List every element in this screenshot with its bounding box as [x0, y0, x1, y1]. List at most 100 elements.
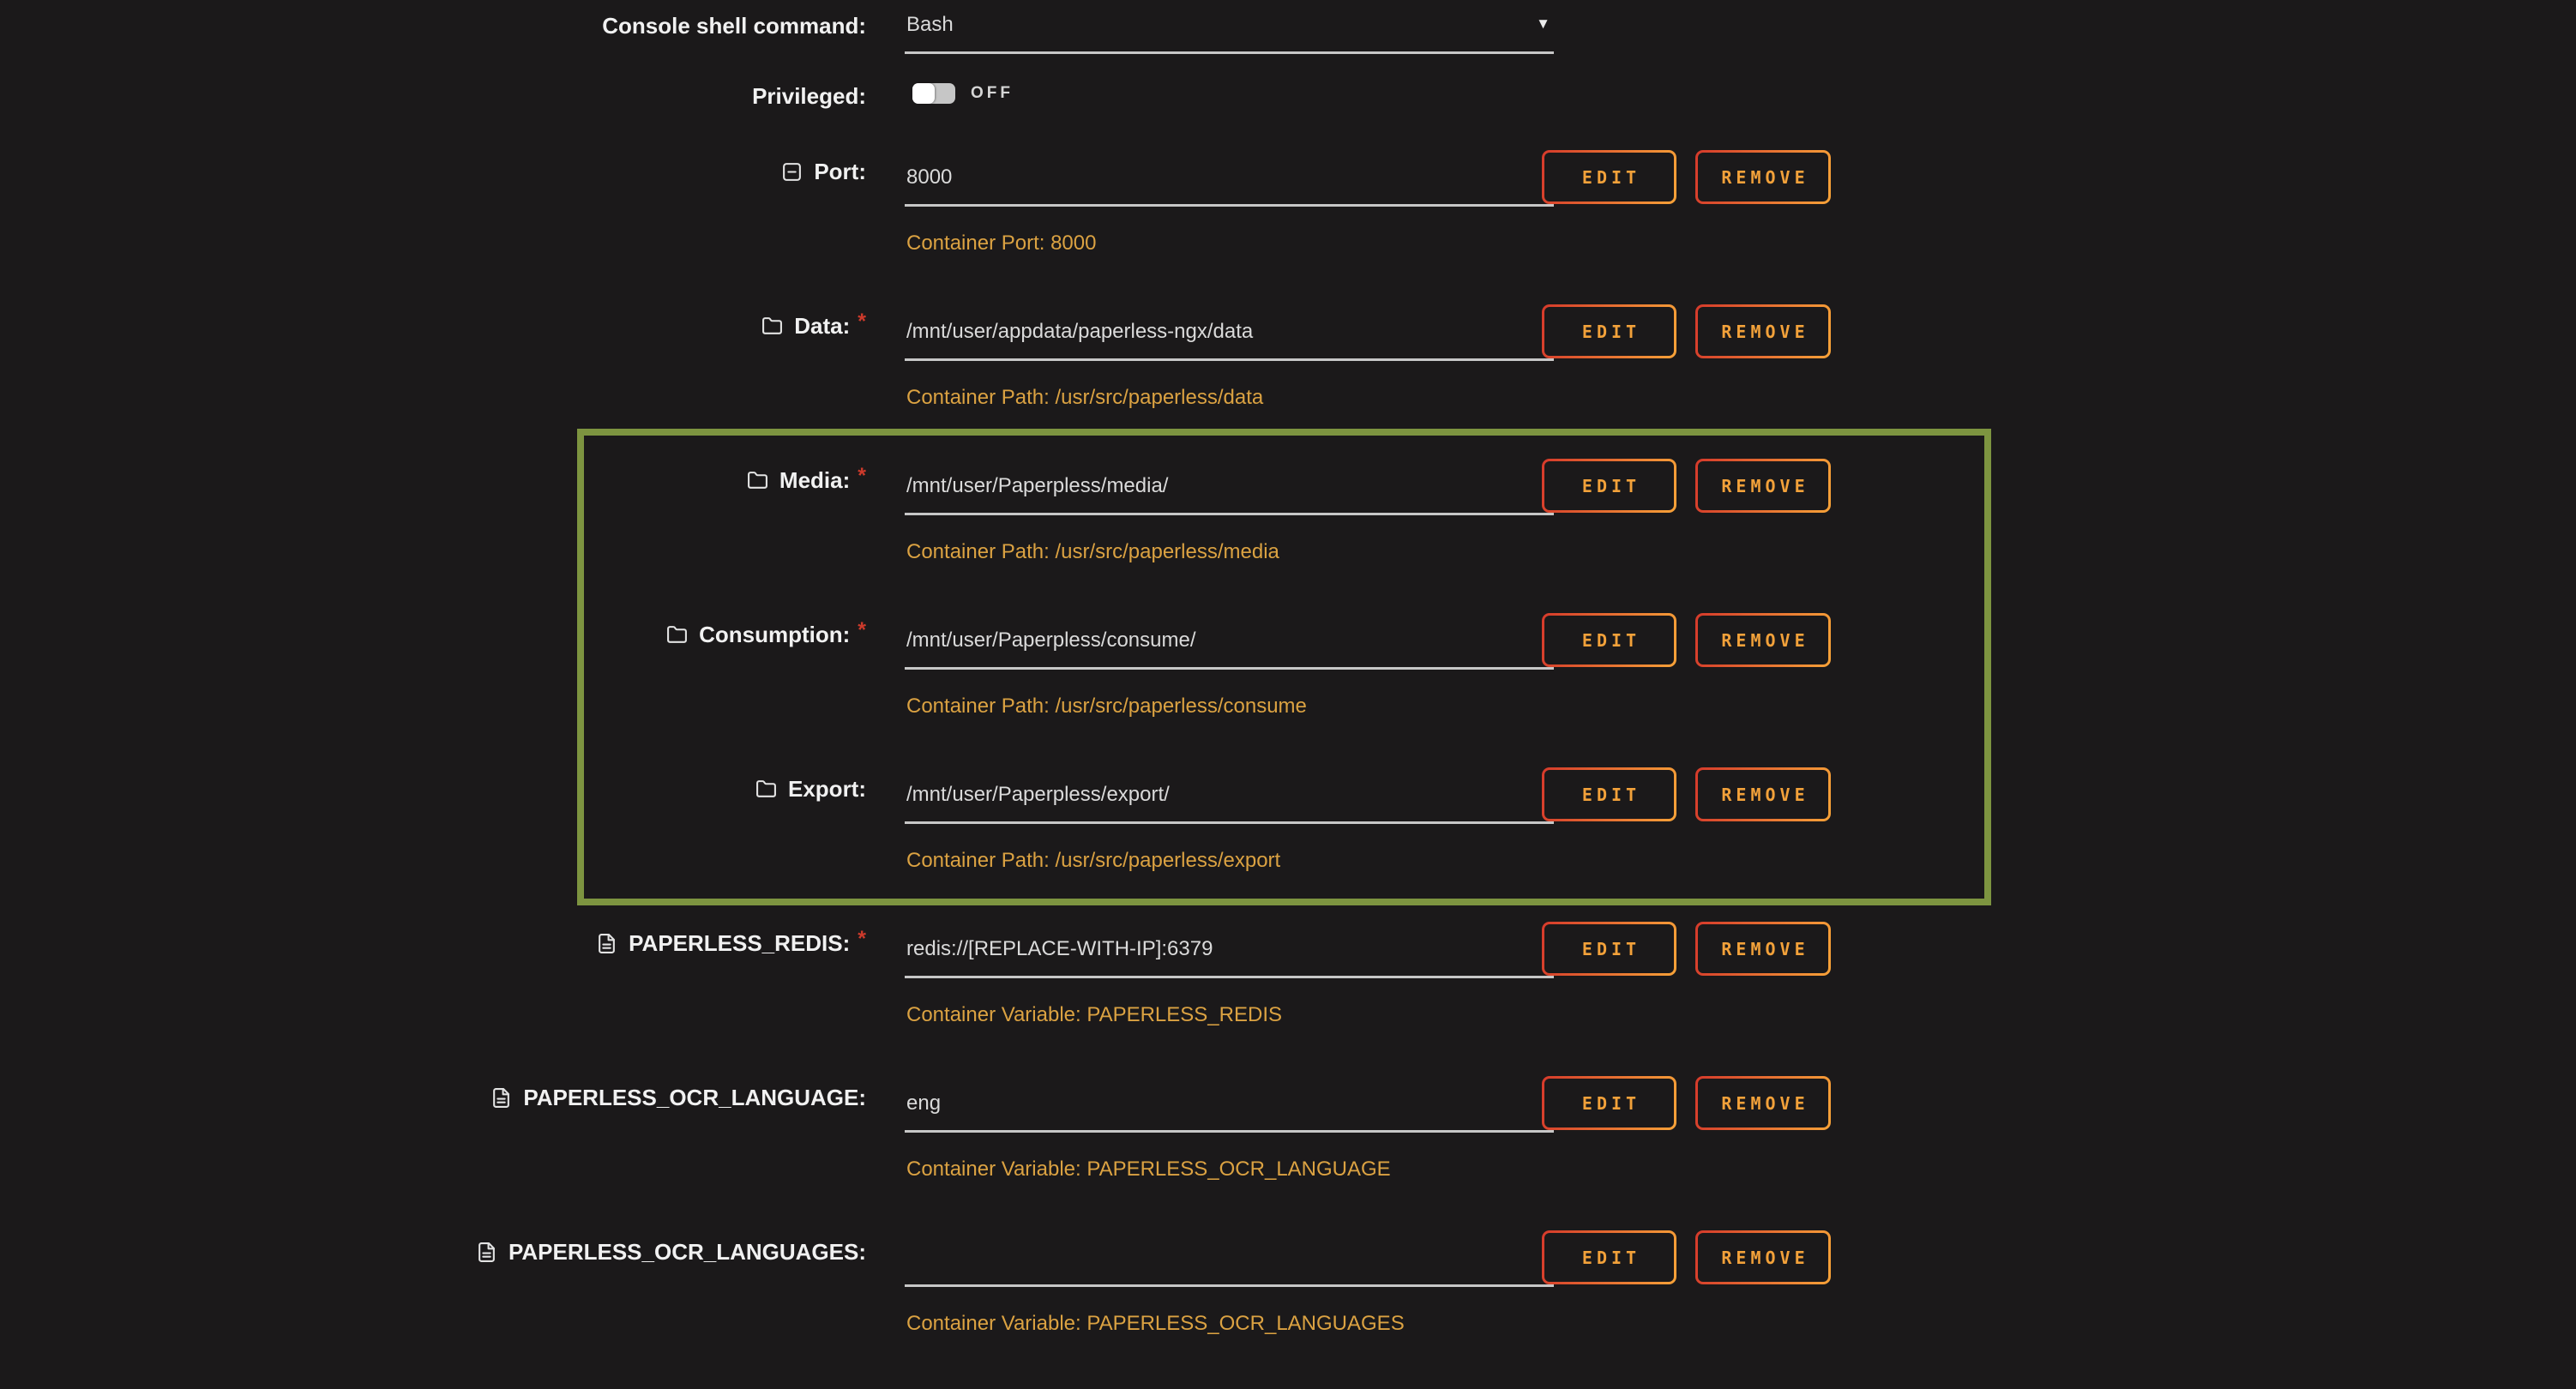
console-shell-command-label: Console shell command:	[602, 13, 866, 39]
file-text-icon	[491, 1087, 512, 1109]
field-value: 8000	[906, 165, 952, 189]
helper-text: Container Variable: PAPERLESS_OCR_LANGUA…	[906, 1312, 1405, 1336]
helper-text: Container Path: /usr/src/paperless/media	[906, 540, 1279, 564]
helper-text: Container Variable: PAPERLESS_REDIS	[906, 1003, 1282, 1027]
field-label-cell: PAPERLESS_OCR_LANGUAGES: *	[0, 1235, 866, 1269]
console-shell-command-label-cell: Console shell command:	[0, 9, 866, 43]
field-label-cell: Export: *	[0, 772, 866, 806]
edit-button[interactable]: EDIT	[1542, 459, 1676, 513]
helper-text: Container Port: 8000	[906, 232, 1096, 256]
config-row: Export: * /mnt/user/Paperpless/export/ E…	[0, 772, 2576, 926]
edit-button-label: EDIT	[1544, 616, 1674, 664]
field-label: Consumption:	[699, 622, 850, 648]
file-text-icon	[476, 1242, 497, 1263]
edit-button[interactable]: EDIT	[1542, 304, 1676, 358]
field-label: Export:	[788, 776, 866, 803]
field-label-cell: Data: *	[0, 309, 866, 343]
privileged-toggle[interactable]	[912, 83, 955, 104]
minus-square-icon	[781, 161, 803, 183]
config-row: Consumption: * /mnt/user/Paperpless/cons…	[0, 617, 2576, 772]
required-asterisk: *	[858, 310, 866, 334]
remove-button[interactable]: REMOVE	[1695, 304, 1831, 358]
field-label: Media:	[779, 467, 850, 494]
required-asterisk: *	[858, 927, 866, 952]
edit-button-label: EDIT	[1544, 770, 1674, 819]
remove-button-label: REMOVE	[1698, 770, 1828, 819]
remove-button[interactable]: REMOVE	[1695, 1230, 1831, 1284]
field-label-cell: Port: *	[0, 154, 866, 189]
field-input[interactable]: redis://[REPLACE-WITH-IP]:6379	[905, 926, 1554, 978]
required-asterisk: *	[858, 464, 866, 489]
edit-button-label: EDIT	[1544, 924, 1674, 973]
edit-button[interactable]: EDIT	[1542, 767, 1676, 821]
helper-text: Container Path: /usr/src/paperless/expor…	[906, 849, 1280, 873]
edit-button[interactable]: EDIT	[1542, 1230, 1676, 1284]
folder-icon	[666, 624, 688, 646]
edit-button-label: EDIT	[1544, 307, 1674, 356]
field-value: /mnt/user/appdata/paperless-ngx/data	[906, 320, 1253, 344]
field-input[interactable]: /mnt/user/Paperpless/consume/	[905, 617, 1554, 670]
field-label: Port:	[814, 159, 866, 185]
file-text-icon	[596, 933, 617, 954]
field-label-cell: PAPERLESS_OCR_LANGUAGE: *	[0, 1080, 866, 1115]
config-row: PAPERLESS_OCR_LANGUAGE: * eng EDIT REMOV…	[0, 1080, 2576, 1235]
remove-button-label: REMOVE	[1698, 616, 1828, 664]
docker-container-settings-page: Console shell command: Bash ▼ Privileged…	[0, 0, 2576, 1341]
remove-button-label: REMOVE	[1698, 1233, 1828, 1282]
field-input[interactable]: eng	[905, 1080, 1554, 1133]
field-value: /mnt/user/Paperpless/media/	[906, 474, 1168, 498]
edit-button-label: EDIT	[1544, 1233, 1674, 1282]
helper-text: Container Variable: PAPERLESS_OCR_LANGUA…	[906, 1158, 1391, 1182]
edit-button[interactable]: EDIT	[1542, 613, 1676, 667]
helper-text: Container Path: /usr/src/paperless/consu…	[906, 694, 1307, 719]
field-input[interactable]: 8000	[905, 154, 1554, 207]
config-row: PAPERLESS_OCR_LANGUAGES: * EDIT REMOVE C…	[0, 1235, 2576, 1389]
folder-icon	[755, 779, 777, 800]
remove-button[interactable]: REMOVE	[1695, 459, 1831, 513]
edit-button-label: EDIT	[1544, 153, 1674, 201]
field-value: eng	[906, 1091, 941, 1115]
field-input[interactable]: /mnt/user/appdata/paperless-ngx/data	[905, 309, 1554, 361]
field-input[interactable]: /mnt/user/Paperpless/export/	[905, 772, 1554, 824]
privileged-label-cell: Privileged:	[0, 79, 866, 113]
field-input[interactable]	[905, 1235, 1554, 1287]
console-shell-command-value: Bash	[906, 13, 954, 37]
remove-button-label: REMOVE	[1698, 307, 1828, 356]
edit-button[interactable]: EDIT	[1542, 1076, 1676, 1130]
privileged-state-label: OFF	[971, 84, 1014, 103]
folder-icon	[761, 316, 783, 337]
required-asterisk: *	[858, 618, 866, 643]
field-value: /mnt/user/Paperpless/consume/	[906, 628, 1196, 652]
field-label-cell: Consumption: *	[0, 617, 866, 652]
remove-button[interactable]: REMOVE	[1695, 767, 1831, 821]
edit-button[interactable]: EDIT	[1542, 150, 1676, 204]
remove-button[interactable]: REMOVE	[1695, 1076, 1831, 1130]
field-label: Data:	[794, 313, 850, 340]
privileged-label: Privileged:	[752, 83, 866, 110]
field-input[interactable]: /mnt/user/Paperpless/media/	[905, 463, 1554, 515]
remove-button-label: REMOVE	[1698, 924, 1828, 973]
config-row: PAPERLESS_REDIS: * redis://[REPLACE-WITH…	[0, 926, 2576, 1080]
helper-text: Container Path: /usr/src/paperless/data	[906, 386, 1263, 410]
remove-button-label: REMOVE	[1698, 1079, 1828, 1127]
remove-button[interactable]: REMOVE	[1695, 922, 1831, 976]
toggle-knob	[912, 83, 935, 104]
field-label-cell: Media: *	[0, 463, 866, 497]
field-label: PAPERLESS_OCR_LANGUAGES:	[509, 1239, 866, 1266]
field-value: /mnt/user/Paperpless/export/	[906, 783, 1170, 807]
remove-button[interactable]: REMOVE	[1695, 613, 1831, 667]
edit-button-label: EDIT	[1544, 1079, 1674, 1127]
config-row: Media: * /mnt/user/Paperpless/media/ EDI…	[0, 463, 2576, 617]
remove-button[interactable]: REMOVE	[1695, 150, 1831, 204]
field-label: PAPERLESS_REDIS:	[629, 930, 850, 957]
dropdown-caret-icon: ▼	[1536, 15, 1550, 33]
privileged-row: Privileged: OFF	[0, 82, 2576, 134]
console-shell-command-select[interactable]: Bash ▼	[905, 2, 1554, 54]
remove-button-label: REMOVE	[1698, 153, 1828, 201]
edit-button-label: EDIT	[1544, 461, 1674, 510]
edit-button[interactable]: EDIT	[1542, 922, 1676, 976]
field-value: redis://[REPLACE-WITH-IP]:6379	[906, 937, 1213, 961]
folder-icon	[747, 470, 768, 491]
field-label-cell: PAPERLESS_REDIS: *	[0, 926, 866, 960]
remove-button-label: REMOVE	[1698, 461, 1828, 510]
